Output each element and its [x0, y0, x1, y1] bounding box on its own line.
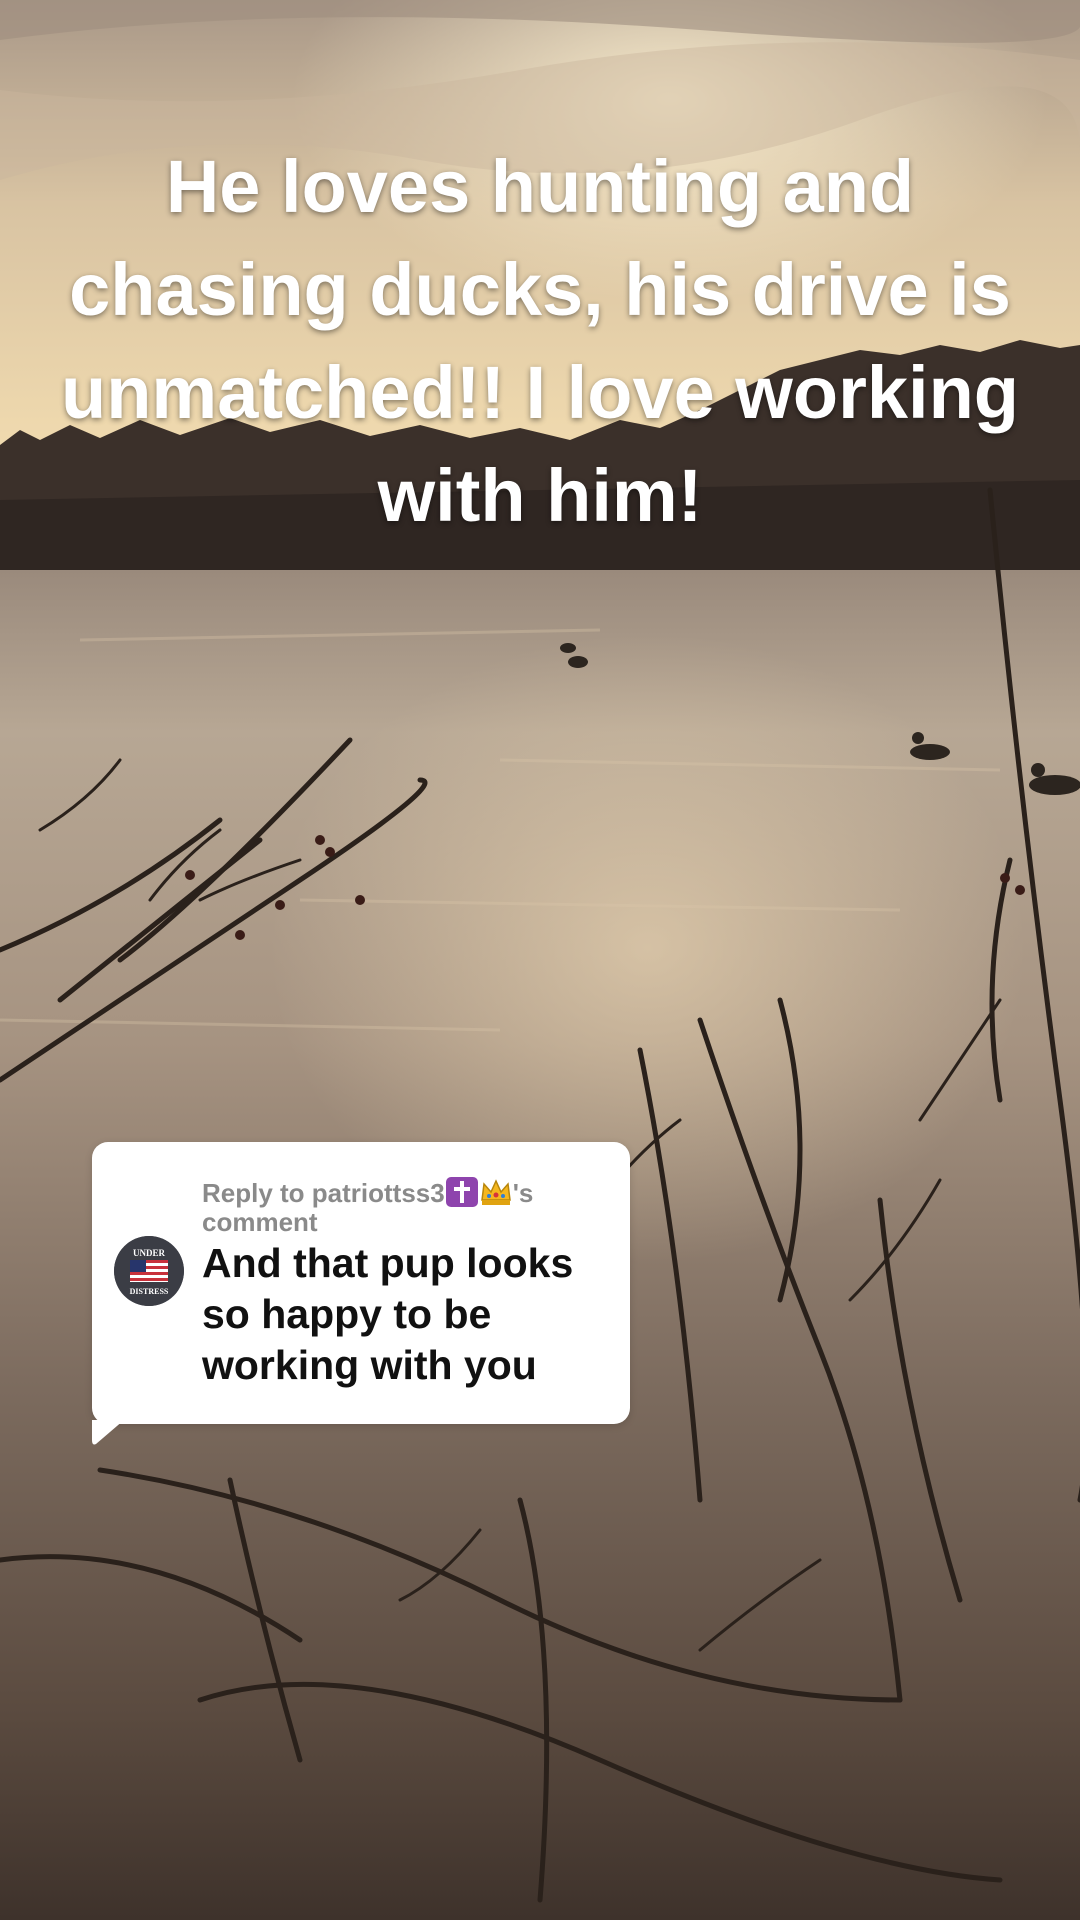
reply-comment-sticker[interactable]: UNDER DISTRESS Reply to patriottss3's co…: [92, 1142, 630, 1424]
svg-text:DISTRESS: DISTRESS: [130, 1287, 169, 1296]
cross-icon: [445, 1176, 479, 1208]
commenter-avatar[interactable]: UNDER DISTRESS: [114, 1236, 184, 1306]
comment-text: And that pup looks so happy to be workin…: [202, 1240, 574, 1388]
video-caption: He loves hunting and chasing ducks, his …: [61, 145, 1019, 537]
reply-bubble-tail: [92, 1420, 124, 1445]
crown-icon: [479, 1176, 513, 1208]
svg-text:UNDER: UNDER: [133, 1248, 166, 1258]
reply-to-username: Reply to patriottss3: [202, 1178, 445, 1208]
avatar-flag-icon: UNDER DISTRESS: [114, 1236, 184, 1306]
reply-header: Reply to patriottss3's comment: [202, 1176, 612, 1237]
